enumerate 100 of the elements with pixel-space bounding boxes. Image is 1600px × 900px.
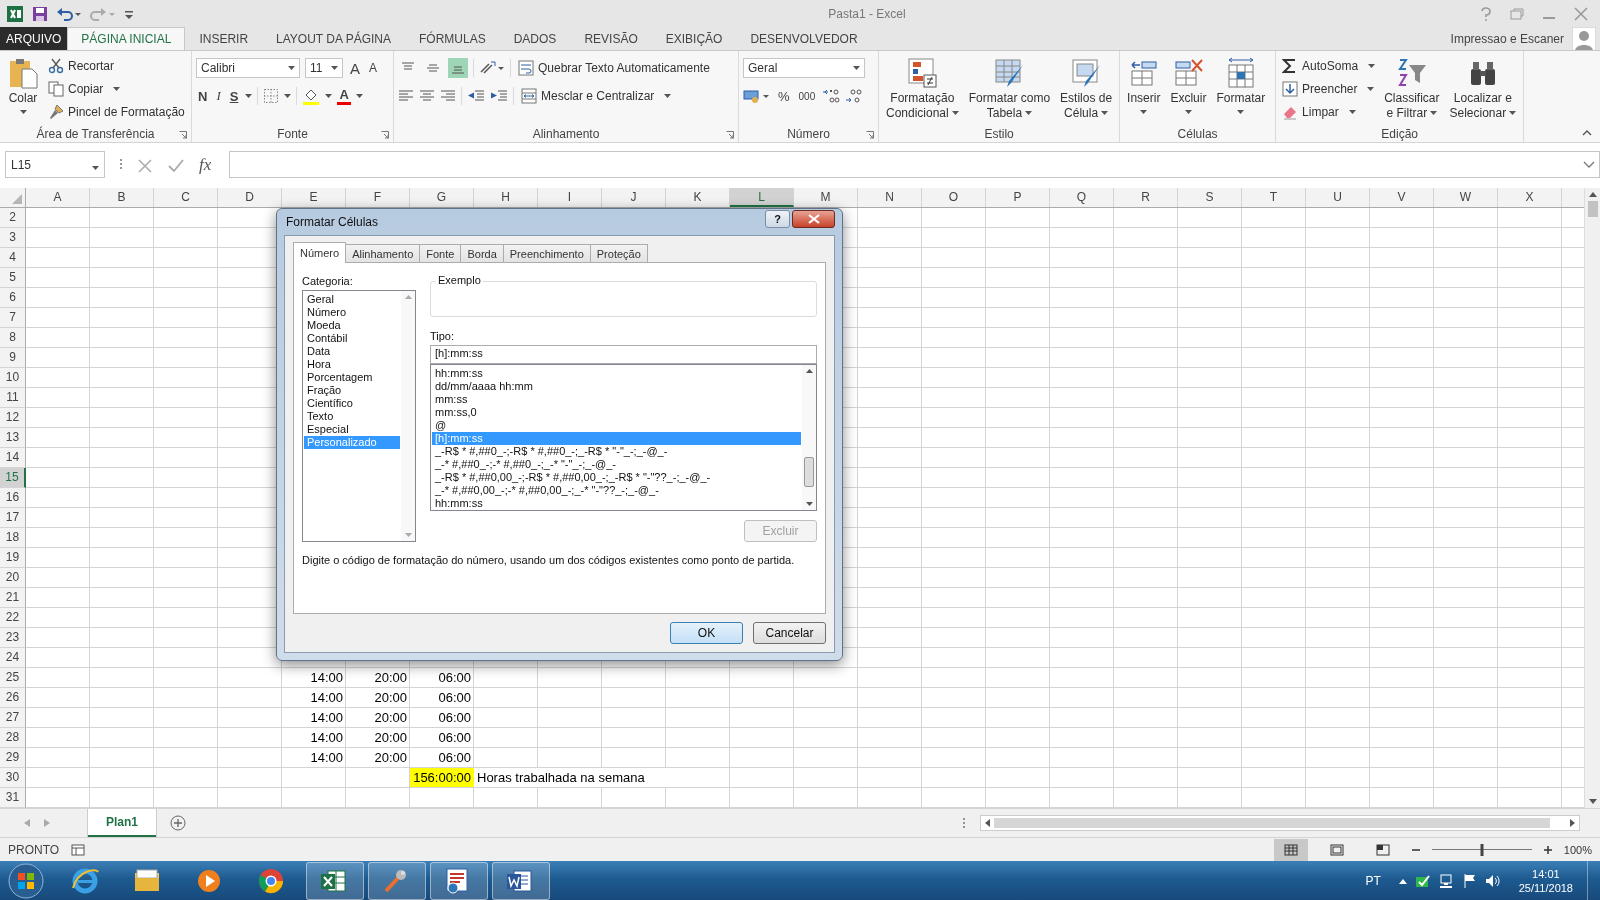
taskbar-app[interactable]: [492, 862, 550, 900]
format-painter-button[interactable]: Pincel de Formatação: [46, 101, 187, 122]
underline-button[interactable]: S: [227, 88, 241, 104]
category-item[interactable]: Especial: [304, 423, 400, 436]
fill-button[interactable]: Preencher: [1280, 78, 1378, 99]
column-header[interactable]: W: [1434, 188, 1498, 207]
column-header[interactable]: I: [538, 188, 602, 207]
column-header[interactable]: Q: [1050, 188, 1114, 207]
copy-button[interactable]: Copiar: [46, 78, 187, 99]
close-button[interactable]: [792, 210, 835, 228]
type-field[interactable]: [h]:mm:ss: [430, 345, 817, 364]
help-icon[interactable]: [1480, 6, 1492, 21]
caret-icon[interactable]: [284, 94, 292, 98]
scroll-down-icon[interactable]: [1588, 799, 1597, 804]
sort-filter-button[interactable]: Classificar e Filtrar: [1381, 55, 1443, 123]
decrease-indent-icon[interactable]: [467, 89, 485, 103]
align-right-icon[interactable]: [440, 89, 456, 103]
row-header[interactable]: 10: [0, 368, 26, 388]
column-header[interactable]: H: [474, 188, 538, 207]
borders-icon[interactable]: [263, 88, 280, 104]
normal-view-button[interactable]: [1273, 838, 1308, 861]
row-header[interactable]: 31: [0, 788, 26, 808]
italic-button[interactable]: I: [214, 88, 223, 104]
dialog-tab[interactable]: Alinhamento: [345, 244, 421, 262]
column-header[interactable]: J: [602, 188, 666, 207]
row-header[interactable]: 2: [0, 208, 26, 228]
ribbon-tab[interactable]: DESENVOLVEDOR: [736, 27, 872, 50]
row-header[interactable]: 17: [0, 508, 26, 528]
ok-button[interactable]: OK: [670, 622, 743, 644]
format-item[interactable]: _-R$ * #,##0,00_-;-R$ * #,##0,00_-;_-R$ * "-"??_-;_-@_-: [432, 471, 801, 484]
row-header[interactable]: 3: [0, 228, 26, 248]
scroll-down-icon[interactable]: [805, 502, 813, 506]
column-header[interactable]: C: [154, 188, 218, 207]
column-header[interactable]: E: [282, 188, 346, 207]
cut-button[interactable]: Recortar: [46, 55, 187, 76]
format-item[interactable]: dd/mm/aaaa hh:mm: [432, 380, 801, 393]
close-icon[interactable]: [1574, 6, 1588, 21]
text-orientation-icon[interactable]: [479, 60, 505, 76]
ribbon-tab[interactable]: INSERIR: [185, 27, 263, 50]
dialog-tab[interactable]: Borda: [460, 244, 504, 262]
account-menu[interactable]: Impressao e Escaner: [1446, 27, 1568, 50]
format-as-table-button[interactable]: Formatar como Tabela: [965, 55, 1054, 123]
column-header[interactable]: L: [730, 188, 794, 207]
thousands-button[interactable]: 000: [796, 90, 818, 102]
row-header[interactable]: 25: [0, 668, 26, 688]
user-avatar-icon[interactable]: [1572, 26, 1596, 51]
undo-icon[interactable]: [56, 5, 82, 22]
row-header[interactable]: 13: [0, 428, 26, 448]
show-hidden-icons-icon[interactable]: [1398, 878, 1407, 884]
category-item[interactable]: Hora: [304, 358, 400, 371]
scrollbar-thumb[interactable]: [1587, 201, 1598, 217]
row-header[interactable]: 23: [0, 628, 26, 648]
ribbon-tab[interactable]: DADOS: [499, 27, 571, 50]
find-select-button[interactable]: Localizar e Selecionar: [1446, 55, 1520, 123]
column-header[interactable]: T: [1242, 188, 1306, 207]
row-header[interactable]: 22: [0, 608, 26, 628]
ribbon-tab[interactable]: FÓRMULAS: [405, 27, 500, 50]
language-indicator[interactable]: PT: [1365, 874, 1381, 888]
zoom-in-icon[interactable]: [1543, 845, 1552, 854]
format-item[interactable]: hh:mm:ss: [432, 497, 801, 510]
taskbar-app[interactable]: [430, 862, 488, 900]
category-item[interactable]: Geral: [304, 293, 400, 306]
column-header[interactable]: A: [26, 188, 90, 207]
help-button[interactable]: ?: [765, 210, 790, 228]
increase-indent-icon[interactable]: [490, 89, 508, 103]
dialog-launcher-icon[interactable]: [726, 131, 734, 139]
column-header[interactable]: R: [1114, 188, 1178, 207]
row-header[interactable]: 24: [0, 648, 26, 668]
row-header[interactable]: 7: [0, 308, 26, 328]
ribbon-tab[interactable]: REVISÃO: [570, 27, 652, 50]
cancel-button[interactable]: Cancelar: [753, 622, 826, 644]
scrollbar-thumb[interactable]: [994, 818, 1550, 828]
scroll-right-icon[interactable]: [1570, 819, 1575, 827]
insert-function-button[interactable]: fx: [199, 151, 212, 178]
scroll-left-icon[interactable]: [985, 819, 990, 827]
format-item[interactable]: _-* #,##0_-;-* #,##0_-;_-* "-"_-;_-@_-: [432, 458, 801, 471]
clear-button[interactable]: Limpar: [1280, 101, 1378, 122]
cell-styles-button[interactable]: Estilos de Célula: [1057, 55, 1116, 123]
zoom-level[interactable]: 100%: [1563, 843, 1592, 856]
number-format-field[interactable]: Geral: [743, 58, 865, 78]
cancel-icon[interactable]: [137, 158, 153, 174]
column-header[interactable]: X: [1498, 188, 1562, 207]
column-header[interactable]: P: [986, 188, 1050, 207]
decrease-decimal-icon[interactable]: [845, 88, 864, 104]
macro-record-icon[interactable]: [71, 843, 86, 856]
dialog-launcher-icon[interactable]: [866, 131, 874, 139]
row-header[interactable]: 26: [0, 688, 26, 708]
insert-cells-button[interactable]: Inserir: [1124, 55, 1164, 118]
align-center-icon[interactable]: [419, 89, 435, 103]
collapse-ribbon-icon[interactable]: [1582, 130, 1592, 136]
format-list[interactable]: [430, 364, 817, 511]
sheet-tab[interactable]: Plan1: [88, 809, 156, 837]
percent-button[interactable]: %: [776, 88, 792, 104]
category-item[interactable]: Texto: [304, 410, 400, 423]
wrap-text-button[interactable]: Quebrar Texto Automaticamente: [516, 57, 712, 79]
dialog-launcher-icon[interactable]: [179, 131, 187, 139]
column-header[interactable]: M: [794, 188, 858, 207]
paste-button[interactable]: Colar: [4, 55, 42, 118]
merge-center-button[interactable]: Mesclar e Centralizar: [519, 85, 674, 107]
row-header[interactable]: 20: [0, 568, 26, 588]
